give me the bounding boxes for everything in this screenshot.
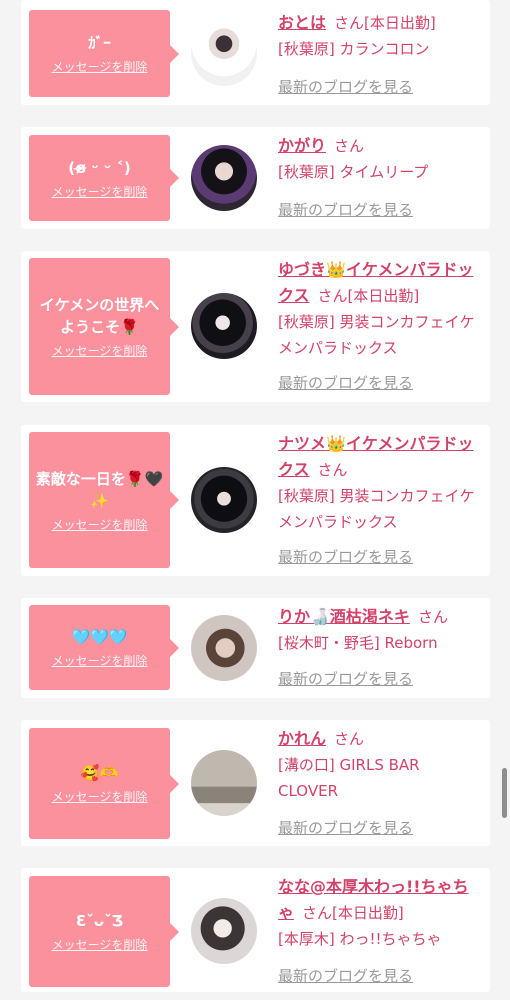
profile-info: りか🍶酒枯渇ネキ さん [桜木町・野毛] Reborn (278, 604, 483, 656)
cast-name-link[interactable]: かがり (278, 136, 326, 155)
honorific: さん (317, 461, 348, 479)
delete-message-link[interactable]: メッセージを削除 (52, 652, 148, 669)
message-bubble: 🥰🫶 メッセージを削除 (29, 728, 179, 839)
honorific: さん (334, 14, 365, 32)
message-bubble: (ɞ̴̶̷ ᵕ ᵕ ˂) メッセージを削除 (29, 135, 179, 221)
message-bubble: ƐˇᴗˇƷ メッセージを削除 (29, 876, 179, 987)
delete-message-link[interactable]: メッセージを削除 (52, 788, 148, 805)
avatar[interactable] (191, 615, 257, 681)
cast-name-link[interactable]: おとは (278, 13, 326, 32)
profile-info: ナツメ👑イケメンパラドックス さん [秋葉原] 男装コンカフェイケメンパラドックス (278, 431, 483, 535)
area-label: [本厚木] (278, 930, 335, 948)
cast-name-link[interactable]: かれん (278, 729, 326, 748)
latest-blog-link[interactable]: 最新のブログを見る (278, 372, 413, 393)
cast-name-link[interactable]: りか🍶酒枯渇ネキ (278, 607, 410, 626)
area-label: [秋葉原] (278, 313, 335, 331)
shop-name: Reborn (384, 634, 438, 652)
latest-blog-link[interactable]: 最新のブログを見る (278, 965, 413, 986)
latest-blog-link[interactable]: 最新のブログを見る (278, 546, 413, 567)
message-card: (ɞ̴̶̷ ᵕ ᵕ ˂) メッセージを削除 かがり さん [秋葉原] タイムリープ… (21, 127, 490, 229)
message-card: 🥰🫶 メッセージを削除 かれん さん [溝の口] GIRLS BAR CLOVER… (21, 720, 490, 846)
shop-name: カランコロン (339, 40, 430, 58)
scrollbar-thumb[interactable] (502, 768, 507, 818)
latest-blog-link[interactable]: 最新のブログを見る (278, 76, 413, 97)
profile-info: かれん さん [溝の口] GIRLS BAR CLOVER (278, 726, 483, 804)
message-text: イケメンの世界へようこそ🌹 (39, 296, 160, 336)
status-badge: [本日出勤] (332, 904, 404, 922)
area-label: [桜木町・野毛] (278, 634, 380, 652)
delete-message-link[interactable]: メッセージを削除 (52, 936, 148, 953)
message-bubble: ｶﾞｰ メッセージを削除 (29, 10, 179, 97)
avatar[interactable] (191, 898, 257, 964)
message-card: ｶﾞｰ メッセージを削除 おとは さん[本日出勤] [秋葉原] カランコロン 最新… (21, 0, 490, 105)
profile-info: かがり さん [秋葉原] タイムリープ (278, 133, 483, 185)
shop-name: わっ!!ちゃちゃ (339, 930, 442, 948)
message-bubble: イケメンの世界へようこそ🌹 メッセージを削除 (29, 258, 179, 395)
profile-info: おとは さん[本日出勤] [秋葉原] カランコロン (278, 10, 483, 62)
message-card: ƐˇᴗˇƷ メッセージを削除 なな@本厚木わっ!!ちゃちゃ さん[本日出勤] [本… (21, 868, 490, 992)
latest-blog-link[interactable]: 最新のブログを見る (278, 199, 413, 220)
message-text: ƐˇᴗˇƷ (75, 912, 124, 930)
honorific: さん (302, 904, 333, 922)
message-text: ｶﾞｰ (88, 34, 111, 52)
message-text: 🩵🩵🩵 (71, 628, 128, 646)
status-badge: [本日出勤] (364, 14, 436, 32)
message-card: 素敵な一日を🌹🖤✨ メッセージを削除 ナツメ👑イケメンパラドックス さん [秋葉原… (21, 425, 490, 576)
avatar[interactable] (191, 750, 257, 816)
message-card: イケメンの世界へようこそ🌹 メッセージを削除 ゆづき👑イケメンパラドックス さん[… (21, 251, 490, 402)
honorific: さん (417, 608, 448, 626)
message-bubble: 素敵な一日を🌹🖤✨ メッセージを削除 (29, 432, 179, 568)
message-text: (ɞ̴̶̷ ᵕ ᵕ ˂) (68, 158, 131, 177)
message-text: 🥰🫶 (80, 764, 119, 782)
avatar[interactable] (191, 145, 257, 211)
area-label: [溝の口] (278, 756, 335, 774)
profile-info: ゆづき👑イケメンパラドックス さん[本日出勤] [秋葉原] 男装コンカフェイケメン… (278, 257, 483, 361)
delete-message-link[interactable]: メッセージを削除 (52, 183, 148, 200)
honorific: さん (334, 730, 365, 748)
delete-message-link[interactable]: メッセージを削除 (52, 516, 148, 533)
message-text: 素敵な一日を🌹🖤✨ (35, 469, 164, 510)
message-card: 🩵🩵🩵 メッセージを削除 りか🍶酒枯渇ネキ さん [桜木町・野毛] Reborn … (21, 598, 490, 698)
area-label: [秋葉原] (278, 487, 335, 505)
message-bubble: 🩵🩵🩵 メッセージを削除 (29, 605, 179, 690)
profile-info: なな@本厚木わっ!!ちゃちゃ さん[本日出勤] [本厚木] わっ!!ちゃちゃ (278, 874, 483, 952)
area-label: [秋葉原] (278, 40, 335, 58)
avatar[interactable] (191, 293, 257, 359)
honorific: さん (334, 137, 365, 155)
area-label: [秋葉原] (278, 163, 335, 181)
honorific: さん (317, 287, 348, 305)
status-badge: [本日出勤] (347, 287, 420, 305)
delete-message-link[interactable]: メッセージを削除 (52, 58, 148, 75)
cast-name-link[interactable]: ナツメ👑イケメンパラドックス (278, 434, 473, 479)
latest-blog-link[interactable]: 最新のブログを見る (278, 668, 413, 689)
avatar[interactable] (191, 20, 257, 86)
shop-name: タイムリープ (339, 163, 429, 181)
latest-blog-link[interactable]: 最新のブログを見る (278, 817, 413, 838)
delete-message-link[interactable]: メッセージを削除 (52, 342, 148, 359)
avatar[interactable] (191, 467, 257, 533)
message-feed: ｶﾞｰ メッセージを削除 おとは さん[本日出勤] [秋葉原] カランコロン 最新… (0, 0, 510, 1000)
